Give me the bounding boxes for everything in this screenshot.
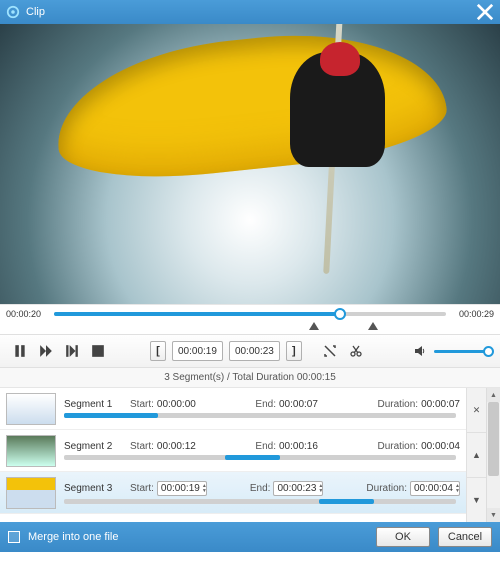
volume-slider[interactable] [434,350,490,353]
app-icon [6,5,20,19]
segment-name: Segment 2 [64,441,124,452]
timeline: 00:00:20 00:00:29 [0,304,500,322]
volume-control [410,341,490,361]
scroll-thumb[interactable] [488,402,499,476]
timeline-thumb[interactable] [334,308,346,320]
segment-thumbnail [6,477,56,509]
segment-row[interactable]: Segment 2 Start: 00:00:12 End: 00:00:16 Dur… [0,430,466,472]
segment-end-value: 00:00:07 [279,399,318,410]
segment-end-input[interactable]: 00:00:23▲▼ [273,481,323,496]
segment-row[interactable]: Segment 3 Start: 00:00:19▲▼ End: 00:00:23▲… [0,472,466,514]
segment-duration-input[interactable]: 00:00:04▲▼ [410,481,460,496]
range-markers [54,322,446,334]
segment-end-label: End: [255,399,276,410]
merge-label: Merge into one file [28,531,119,543]
marker-start[interactable] [309,322,319,330]
move-up-button[interactable]: ▲ [467,433,486,478]
cut-button[interactable] [346,341,366,361]
footer: Merge into one file OK Cancel [0,522,500,552]
split-button[interactable] [320,341,340,361]
pause-button[interactable] [10,341,30,361]
segment-name: Segment 1 [64,399,124,410]
segment-start-label: Start: [130,483,154,494]
timeline-track[interactable] [54,312,446,316]
scroll-up-button[interactable]: ▲ [487,388,500,402]
segments-panel: Segment 1Start: 00:00:00End: 00:00:07Dur… [0,388,500,522]
segment-start-label: Start: [130,399,154,410]
set-end-button[interactable]: ] [286,341,302,361]
segment-start-label: Start: [130,441,154,452]
segment-start-input[interactable]: 00:00:19▲▼ [157,481,207,496]
segment-duration-label: Duration: [377,399,418,410]
step-down-icon[interactable]: ▼ [318,489,323,494]
set-start-button[interactable]: [ [150,341,166,361]
segment-end-label: End: [255,441,276,452]
clip-end-time[interactable]: 00:00:23 [229,341,280,361]
title-bar: Clip [0,0,500,24]
segment-range-bar[interactable] [64,455,456,460]
clip-start-time[interactable]: 00:00:19 [172,341,223,361]
next-frame-button[interactable] [62,341,82,361]
fast-forward-button[interactable] [36,341,56,361]
segment-actions: ✕ ▲ ▼ [466,388,486,522]
playback-controls: [ 00:00:19 00:00:23 ] [0,334,500,368]
segment-duration-label: Duration: [377,441,418,452]
segment-duration-label: Duration: [366,483,407,494]
total-time: 00:00:29 [450,309,494,319]
segment-end-label: End: [250,483,271,494]
merge-checkbox[interactable] [8,531,20,543]
segment-duration-value: 00:00:07 [421,399,460,410]
segment-thumbnail [6,435,56,467]
segments-summary: 3 Segment(s) / Total Duration 00:00:15 [0,368,500,388]
segment-start-value: 00:00:12 [157,441,196,452]
segment-range-bar[interactable] [64,499,456,504]
stop-button[interactable] [88,341,108,361]
step-down-icon[interactable]: ▼ [202,489,207,494]
move-down-button[interactable]: ▼ [467,478,486,522]
segment-duration-value: 00:00:04 [421,441,460,452]
segment-row[interactable]: Segment 1Start: 00:00:00End: 00:00:07Dur… [0,388,466,430]
segment-name: Segment 3 [64,483,124,494]
segments-scrollbar[interactable]: ▲ ▼ [486,388,500,522]
scroll-down-button[interactable]: ▼ [487,508,500,522]
marker-end[interactable] [368,322,378,330]
ok-button[interactable]: OK [376,527,430,547]
title-text: Clip [26,6,476,18]
current-time: 00:00:20 [6,309,50,319]
close-button[interactable] [476,3,494,21]
volume-thumb[interactable] [483,346,494,357]
segment-start-value: 00:00:00 [157,399,196,410]
segment-thumbnail [6,393,56,425]
cancel-button[interactable]: Cancel [438,527,492,547]
volume-icon[interactable] [410,341,430,361]
delete-segment-button[interactable]: ✕ [467,388,486,433]
step-down-icon[interactable]: ▼ [455,489,460,494]
video-preview [0,24,500,304]
segment-end-value: 00:00:16 [279,441,318,452]
segment-range-bar[interactable] [64,413,456,418]
